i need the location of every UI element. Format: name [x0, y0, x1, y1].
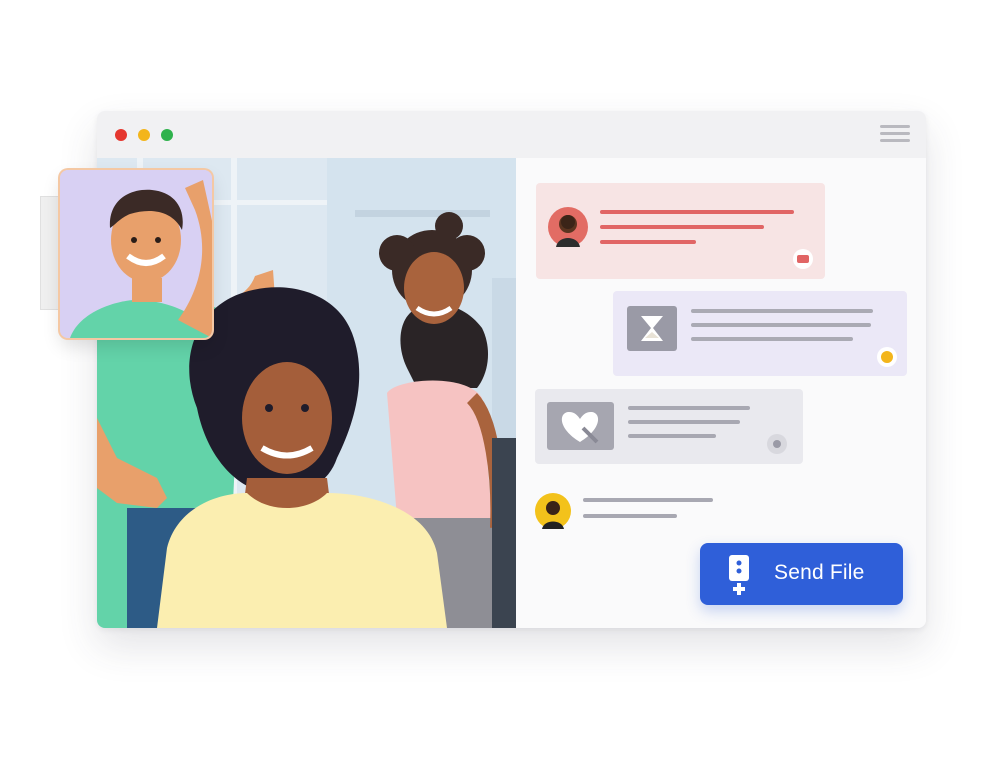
message-status-icon	[877, 347, 897, 367]
message-line	[583, 514, 677, 518]
chat-message-outgoing-image[interactable]	[613, 291, 907, 376]
self-view-illustration	[60, 170, 212, 338]
file-upload-icon	[727, 555, 751, 595]
chat-message-incoming	[536, 183, 825, 279]
hamburger-menu-icon[interactable]	[880, 125, 910, 143]
avatar-person-yellow	[535, 493, 571, 529]
hourglass-image-icon	[627, 306, 677, 351]
heart-image-icon	[547, 402, 614, 450]
maximize-window-dot[interactable]	[161, 129, 173, 141]
close-window-dot[interactable]	[115, 129, 127, 141]
message-line	[583, 498, 713, 502]
title-bar	[97, 111, 926, 158]
send-file-label: Send File	[774, 561, 865, 584]
message-status-icon	[793, 249, 813, 269]
minimize-window-dot[interactable]	[138, 129, 150, 141]
send-file-button[interactable]: Send File	[700, 543, 903, 605]
chat-message-incoming-image[interactable]	[535, 389, 803, 464]
avatar-man-beard	[548, 207, 588, 247]
self-view-thumbnail[interactable]	[60, 170, 212, 338]
message-status-icon	[767, 434, 787, 454]
